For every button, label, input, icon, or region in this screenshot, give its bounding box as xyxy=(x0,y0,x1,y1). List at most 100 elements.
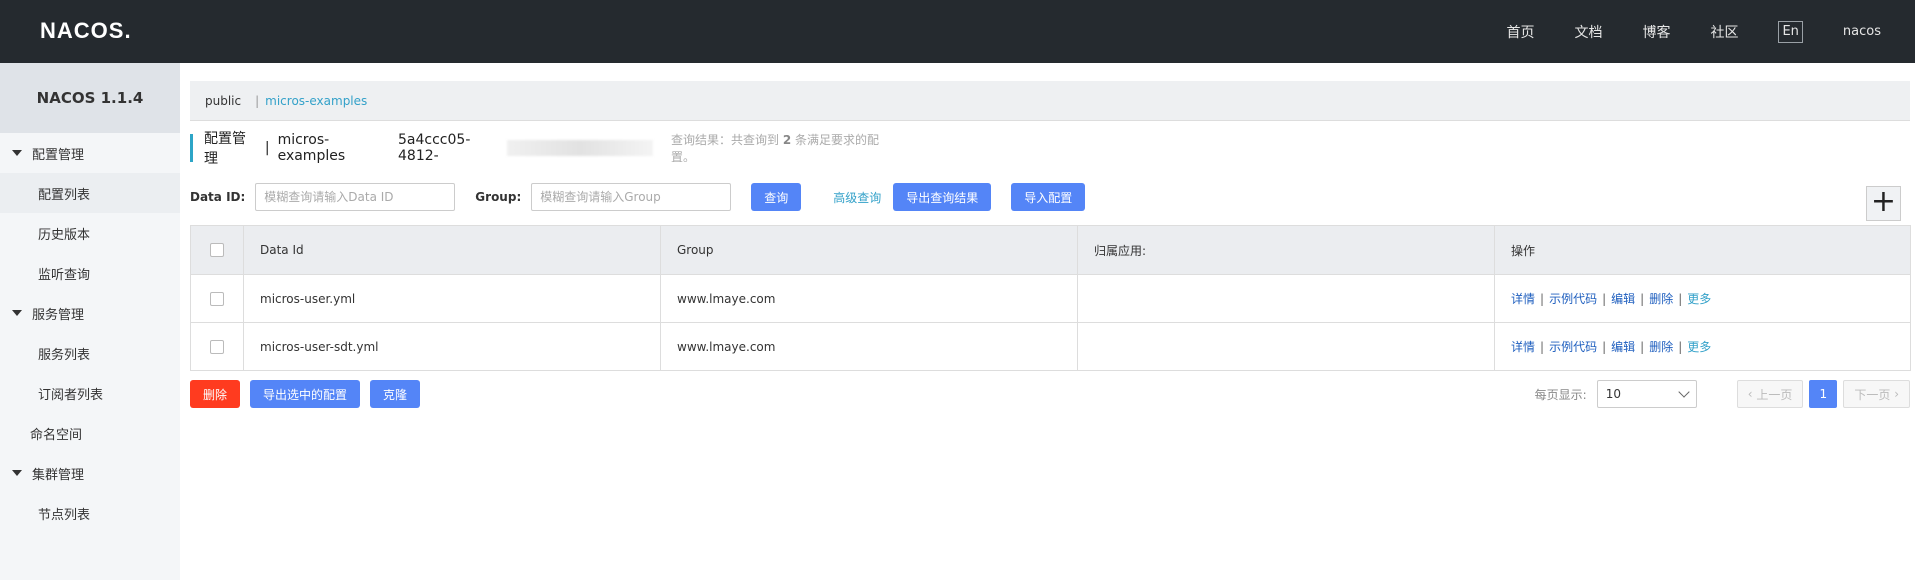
pagination: 每页显示: 10 ‹ 上一页 1 下一页 › xyxy=(1535,380,1910,408)
sidebar-item-nodes[interactable]: 节点列表 xyxy=(0,493,180,533)
detail-link[interactable]: 详情 xyxy=(1511,290,1535,307)
more-link[interactable]: 更多 xyxy=(1687,290,1711,307)
cell-data-id: micros-user-sdt.yml xyxy=(243,323,660,370)
table-header: Data Id Group 归属应用: 操作 xyxy=(191,226,1910,274)
sidebar: NACOS 1.1.4 配置管理 配置列表 历史版本 监听查询 服务管理 服务列… xyxy=(0,63,180,580)
chevron-right-icon: › xyxy=(1890,387,1899,401)
prev-page-label: 上一页 xyxy=(1756,387,1793,402)
add-config-button[interactable]: + xyxy=(1866,186,1901,221)
namespace-public[interactable]: public xyxy=(205,94,241,108)
delete-link[interactable]: 删除 xyxy=(1649,290,1673,307)
import-config-button[interactable]: 导入配置 xyxy=(1011,183,1086,211)
nav-blog[interactable]: 博客 xyxy=(1642,22,1670,42)
cell-group: www.lmaye.com xyxy=(660,323,1077,370)
filter-bar: Data ID: Group: 查询 高级查询 导出查询结果 导入配置 xyxy=(190,183,1086,211)
caret-down-icon xyxy=(12,470,22,476)
header-checkbox-cell xyxy=(191,226,243,274)
sidebar-item-service-list[interactable]: 服务列表 xyxy=(0,333,180,373)
sidebar-group-config[interactable]: 配置管理 xyxy=(0,133,180,173)
divider: | xyxy=(1678,291,1683,306)
sidebar-item-listener[interactable]: 监听查询 xyxy=(0,253,180,293)
language-toggle[interactable]: En xyxy=(1778,20,1803,43)
dataid-input[interactable] xyxy=(255,183,456,211)
divider: | xyxy=(1640,339,1645,354)
column-header: Data Id xyxy=(243,226,660,274)
advanced-query-button[interactable]: 高级查询 xyxy=(821,183,893,211)
column-header: 归属应用: xyxy=(1077,226,1494,274)
row-checkbox[interactable] xyxy=(210,291,224,306)
redacted-block xyxy=(506,140,653,156)
version-label: NACOS 1.1.4 xyxy=(0,63,180,133)
edit-link[interactable]: 编辑 xyxy=(1611,338,1635,355)
sidebar-group-label: 服务管理 xyxy=(32,307,85,323)
divider: | xyxy=(255,93,260,108)
sidebar-item-namespace[interactable]: 命名空间 xyxy=(0,413,180,453)
title-section: 配置管理 xyxy=(204,131,246,167)
edit-link[interactable]: 编辑 xyxy=(1611,290,1635,307)
title-namespace: micros-examples xyxy=(277,132,346,164)
divider: | xyxy=(264,140,270,156)
top-nav: 首页 文档 博客 社区 En nacos xyxy=(1506,0,1915,63)
cell-app xyxy=(1077,275,1494,322)
divider: | xyxy=(1640,291,1645,306)
divider: | xyxy=(1540,339,1545,354)
bulk-actions: 删除 导出选中的配置 克隆 xyxy=(190,380,430,408)
sidebar-item-config-list[interactable]: 配置列表 xyxy=(0,173,180,213)
table-row: micros-user-sdt.yml www.lmaye.com 详情 | 示例… xyxy=(191,322,1910,370)
column-header: Group xyxy=(660,226,1077,274)
nav-docs[interactable]: 文档 xyxy=(1574,22,1602,42)
more-link[interactable]: 更多 xyxy=(1687,338,1711,355)
dataid-label: Data ID: xyxy=(190,190,246,204)
bulk-delete-button[interactable]: 删除 xyxy=(190,380,241,408)
group-input[interactable] xyxy=(531,183,732,211)
caret-down-icon xyxy=(12,150,22,156)
delete-link[interactable]: 删除 xyxy=(1649,338,1673,355)
query-button[interactable]: 查询 xyxy=(751,183,802,211)
page-1-button[interactable]: 1 xyxy=(1809,380,1838,408)
top-bar: NACOS. 首页 文档 博客 社区 En nacos xyxy=(0,0,1915,63)
nacos-logo[interactable]: NACOS. xyxy=(40,18,132,44)
chevron-down-icon xyxy=(1678,386,1690,398)
sidebar-group-label: 集群管理 xyxy=(32,467,85,483)
title-namespace-id: 5a4ccc05-4812- xyxy=(398,132,471,164)
cell-app xyxy=(1077,323,1494,370)
sidebar-item-history[interactable]: 历史版本 xyxy=(0,213,180,253)
group-label: Group: xyxy=(475,190,522,204)
export-selected-button[interactable]: 导出选中的配置 xyxy=(250,380,361,408)
page-title: 配置管理 | micros-examples 5a4ccc05-4812- 查询… xyxy=(190,131,890,167)
nav-home[interactable]: 首页 xyxy=(1506,22,1534,42)
result-count: 2 xyxy=(782,133,792,147)
export-results-button[interactable]: 导出查询结果 xyxy=(893,183,992,211)
detail-link[interactable]: 详情 xyxy=(1511,338,1535,355)
namespace-current[interactable]: micros-examples xyxy=(265,94,367,108)
sidebar-group-cluster[interactable]: 集群管理 xyxy=(0,453,180,493)
namespace-bar: public | micros-examples xyxy=(190,81,1910,121)
clone-button[interactable]: 克隆 xyxy=(370,380,421,408)
result-prefix: 查询结果：共查询到 xyxy=(670,133,779,147)
sample-code-link[interactable]: 示例代码 xyxy=(1549,290,1597,307)
select-all-checkbox[interactable] xyxy=(210,243,224,257)
query-result: 查询结果：共查询到 2 条满足要求的配置。 xyxy=(671,131,890,165)
sample-code-link[interactable]: 示例代码 xyxy=(1549,338,1597,355)
config-table: Data Id Group 归属应用: 操作 micros-user.yml w… xyxy=(190,225,1911,371)
cell-operations: 详情 | 示例代码 | 编辑 | 删除 | 更多 xyxy=(1494,275,1910,322)
per-page-select[interactable]: 10 xyxy=(1596,380,1697,408)
cell-operations: 详情 | 示例代码 | 编辑 | 删除 | 更多 xyxy=(1494,323,1910,370)
sidebar-group-label: 配置管理 xyxy=(32,147,85,163)
row-checkbox-cell xyxy=(191,275,243,322)
chevron-left-icon: ‹ xyxy=(1747,387,1757,401)
divider: | xyxy=(1540,291,1545,306)
sidebar-item-subscribers[interactable]: 订阅者列表 xyxy=(0,373,180,413)
cell-data-id: micros-user.yml xyxy=(243,275,660,322)
per-page-label: 每页显示: xyxy=(1534,387,1587,402)
row-checkbox-cell xyxy=(191,323,243,370)
nav-community[interactable]: 社区 xyxy=(1710,22,1738,42)
prev-page-button[interactable]: ‹ 上一页 xyxy=(1736,380,1804,408)
row-checkbox[interactable] xyxy=(210,339,224,354)
divider: | xyxy=(1602,339,1607,354)
next-page-button[interactable]: 下一页 › xyxy=(1843,380,1910,408)
sidebar-group-service[interactable]: 服务管理 xyxy=(0,293,180,333)
cell-group: www.lmaye.com xyxy=(660,275,1077,322)
user-menu[interactable]: nacos xyxy=(1843,24,1881,39)
caret-down-icon xyxy=(12,310,22,316)
